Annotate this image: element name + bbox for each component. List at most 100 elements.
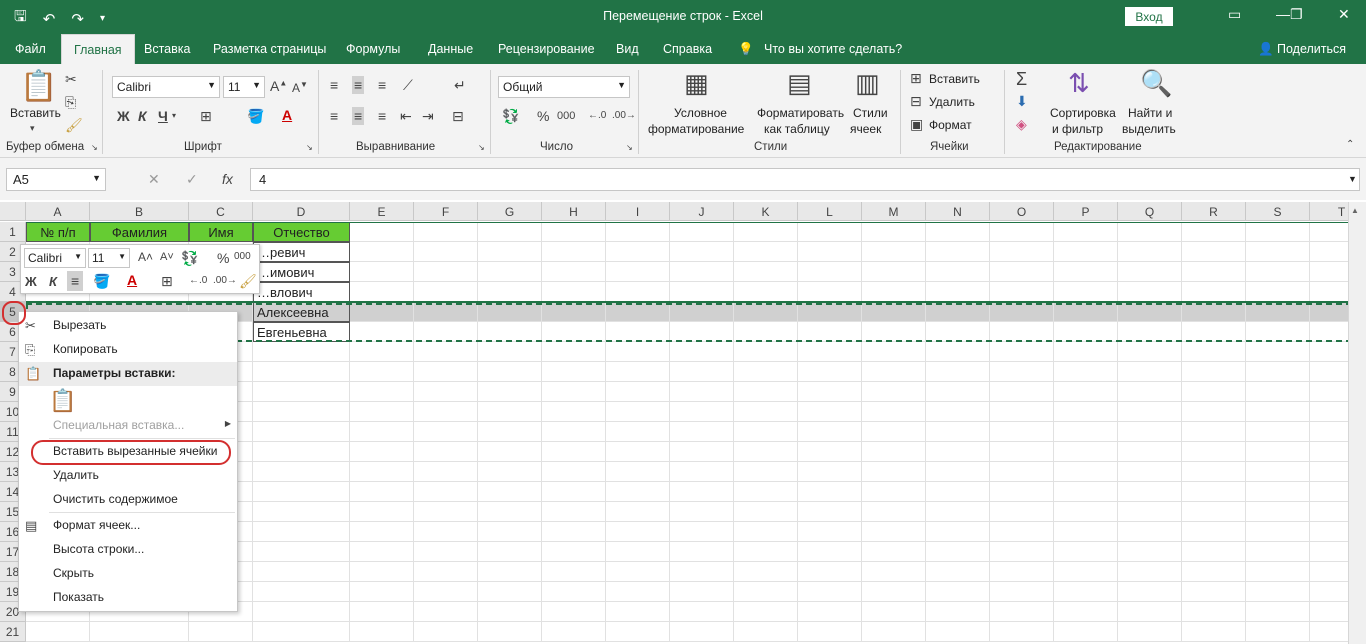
cell-j17[interactable] xyxy=(670,542,734,562)
cell-n8[interactable] xyxy=(926,362,990,382)
cell-h14[interactable] xyxy=(542,482,606,502)
tab-view[interactable]: Вид xyxy=(616,42,639,56)
cell-e10[interactable] xyxy=(350,402,414,422)
tab-insert[interactable]: Вставка xyxy=(144,42,190,56)
column-header-d[interactable]: D xyxy=(253,202,350,221)
cell-g15[interactable] xyxy=(478,502,542,522)
cell-m14[interactable] xyxy=(862,482,926,502)
cell-n11[interactable] xyxy=(926,422,990,442)
cell-p7[interactable] xyxy=(1054,342,1118,362)
cell-s18[interactable] xyxy=(1246,562,1310,582)
select-all-corner[interactable] xyxy=(0,202,26,221)
row-header-1[interactable]: 1 xyxy=(0,222,26,242)
mini-increase-decimal-icon[interactable]: ←.0 xyxy=(189,276,207,286)
cell-p9[interactable] xyxy=(1054,382,1118,402)
format-as-table-label-2[interactable]: как таблицу xyxy=(764,122,830,136)
cell-m15[interactable] xyxy=(862,502,926,522)
cell-m16[interactable] xyxy=(862,522,926,542)
cell-r8[interactable] xyxy=(1182,362,1246,382)
tab-page-layout[interactable]: Разметка страницы xyxy=(213,42,326,56)
clear-icon[interactable]: ◈ xyxy=(1016,117,1027,131)
cell-g18[interactable] xyxy=(478,562,542,582)
cell-n19[interactable] xyxy=(926,582,990,602)
cell-g14[interactable] xyxy=(478,482,542,502)
cell-p17[interactable] xyxy=(1054,542,1118,562)
cell-l19[interactable] xyxy=(798,582,862,602)
cell-r16[interactable] xyxy=(1182,522,1246,542)
cell-d18[interactable] xyxy=(253,562,350,582)
cell-d14[interactable] xyxy=(253,482,350,502)
cell-f13[interactable] xyxy=(414,462,478,482)
font-name-combo[interactable]: Calibri ▼ xyxy=(112,76,220,98)
cell-q20[interactable] xyxy=(1118,602,1182,622)
cell-e19[interactable] xyxy=(350,582,414,602)
mini-decrease-decimal-icon[interactable]: .00→ xyxy=(213,276,237,286)
cell-s13[interactable] xyxy=(1246,462,1310,482)
cell-g20[interactable] xyxy=(478,602,542,622)
cell-o14[interactable] xyxy=(990,482,1054,502)
cell-m17[interactable] xyxy=(862,542,926,562)
mini-center-icon[interactable]: ≡ xyxy=(67,271,84,291)
mini-thousands-button[interactable]: 000 xyxy=(234,252,251,262)
cell-r13[interactable] xyxy=(1182,462,1246,482)
cell-q17[interactable] xyxy=(1118,542,1182,562)
cell-g21[interactable] xyxy=(478,622,542,642)
cell-f11[interactable] xyxy=(414,422,478,442)
cell-q18[interactable] xyxy=(1118,562,1182,582)
cell-e13[interactable] xyxy=(350,462,414,482)
cell-l7[interactable] xyxy=(798,342,862,362)
find-select-icon[interactable]: 🔍 xyxy=(1140,70,1172,96)
cell-r14[interactable] xyxy=(1182,482,1246,502)
cell-e8[interactable] xyxy=(350,362,414,382)
cell-p21[interactable] xyxy=(1054,622,1118,642)
cell-d10[interactable] xyxy=(253,402,350,422)
cell-d7[interactable] xyxy=(253,342,350,362)
insert-cells-button[interactable]: Вставить xyxy=(929,72,980,86)
format-as-table-icon[interactable]: ▤ xyxy=(787,70,812,96)
cell-l18[interactable] xyxy=(798,562,862,582)
cell-h13[interactable] xyxy=(542,462,606,482)
cell-d20[interactable] xyxy=(253,602,350,622)
cell-d19[interactable] xyxy=(253,582,350,602)
cancel-icon[interactable]: ✕ xyxy=(148,171,160,188)
cell-o7[interactable] xyxy=(990,342,1054,362)
cell-l21[interactable] xyxy=(798,622,862,642)
column-header-p[interactable]: P xyxy=(1054,202,1118,221)
cell-s8[interactable] xyxy=(1246,362,1310,382)
cell-p19[interactable] xyxy=(1054,582,1118,602)
cell-s21[interactable] xyxy=(1246,622,1310,642)
cell-e14[interactable] xyxy=(350,482,414,502)
cell-e16[interactable] xyxy=(350,522,414,542)
column-header-m[interactable]: M xyxy=(862,202,926,221)
fill-icon[interactable]: ⬇ xyxy=(1016,94,1028,108)
column-header-j[interactable]: J xyxy=(670,202,734,221)
increase-indent-icon[interactable]: ⇥ xyxy=(422,109,434,123)
cell-j21[interactable] xyxy=(670,622,734,642)
cell-s11[interactable] xyxy=(1246,422,1310,442)
cell-f18[interactable] xyxy=(414,562,478,582)
cell-f14[interactable] xyxy=(414,482,478,502)
cell-m10[interactable] xyxy=(862,402,926,422)
cell-f20[interactable] xyxy=(414,602,478,622)
minimize-icon[interactable]: — xyxy=(1276,6,1290,22)
column-header-h[interactable]: H xyxy=(542,202,606,221)
tab-help[interactable]: Справка xyxy=(663,42,712,56)
cell-k17[interactable] xyxy=(734,542,798,562)
cell-g7[interactable] xyxy=(478,342,542,362)
underline-dropdown-icon[interactable]: ▾ xyxy=(172,112,176,120)
cell-g16[interactable] xyxy=(478,522,542,542)
cell-p16[interactable] xyxy=(1054,522,1118,542)
paste-dropdown-icon[interactable]: ▾ xyxy=(30,124,35,133)
mini-percent-button[interactable]: % xyxy=(217,251,229,265)
cell-o18[interactable] xyxy=(990,562,1054,582)
cell-j19[interactable] xyxy=(670,582,734,602)
cell-g10[interactable] xyxy=(478,402,542,422)
cell-k9[interactable] xyxy=(734,382,798,402)
cell-m9[interactable] xyxy=(862,382,926,402)
cell-k18[interactable] xyxy=(734,562,798,582)
cell-d17[interactable] xyxy=(253,542,350,562)
cell-d11[interactable] xyxy=(253,422,350,442)
cell-j9[interactable] xyxy=(670,382,734,402)
cell-f12[interactable] xyxy=(414,442,478,462)
ribbon-display-icon[interactable]: ▭ xyxy=(1228,6,1241,23)
